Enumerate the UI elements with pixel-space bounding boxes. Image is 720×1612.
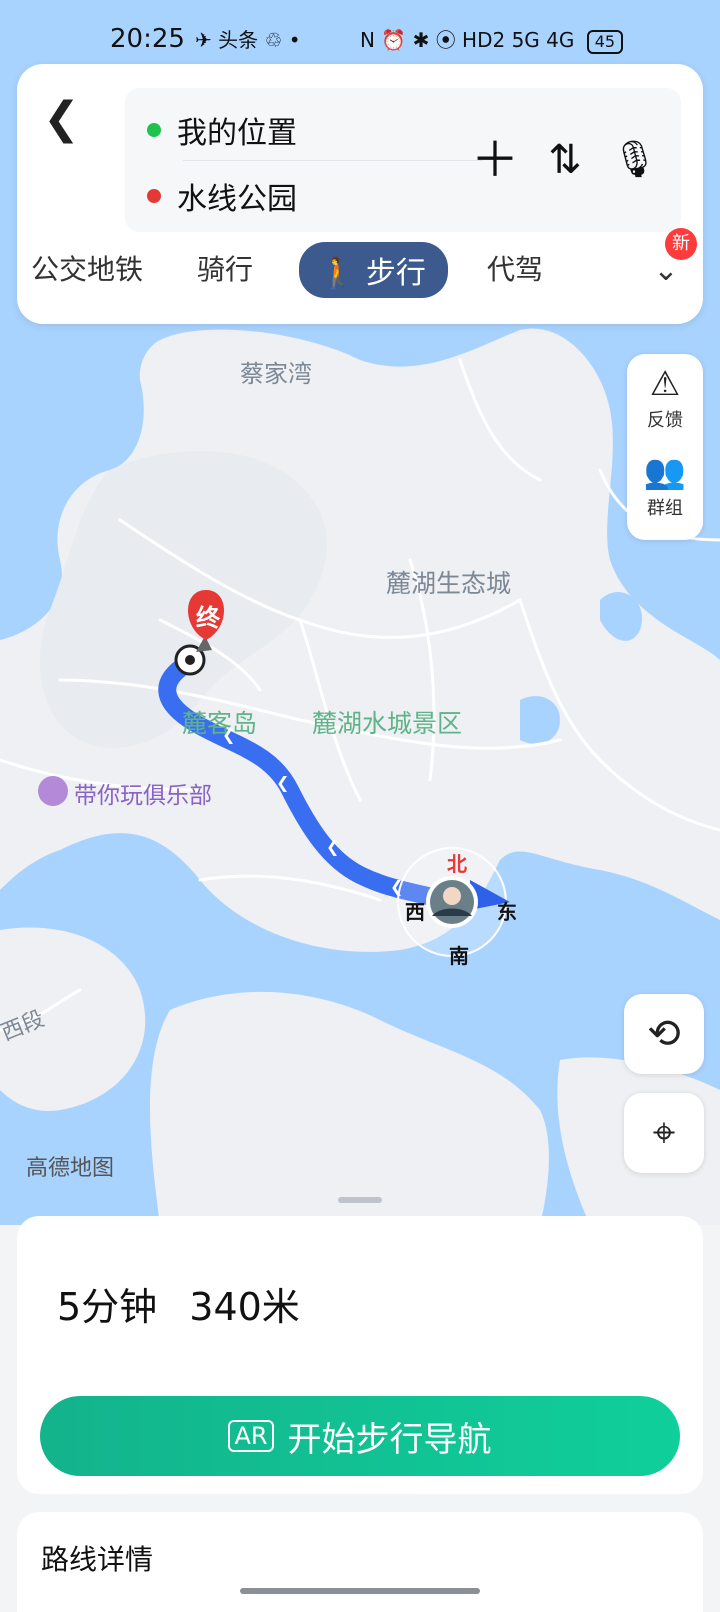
compass-west: 西 (405, 900, 425, 924)
compass-north: 北 (447, 852, 467, 876)
compass-east: 东 (497, 900, 517, 924)
new-badge: 新 (665, 228, 697, 260)
battery-icon: 45 (586, 30, 624, 54)
amap-logo: 高德地图 (26, 1156, 115, 1181)
map-label-poi-club[interactable]: 带你玩俱乐部 (74, 776, 212, 810)
ar-icon: AR (228, 1420, 274, 1452)
tab-bike[interactable]: 骑行 (197, 248, 253, 288)
tab-walk-label: 步行 (365, 256, 426, 291)
tab-transit[interactable]: 公交地铁 (31, 248, 143, 288)
sheet-handle[interactable] (338, 1197, 382, 1203)
status-time: 20:25 (110, 24, 185, 54)
origin-text: 我的位置 (177, 116, 297, 151)
home-indicator[interactable] (240, 1588, 480, 1594)
refresh-route-button[interactable]: ⟲ (624, 994, 704, 1074)
status-right-icons: N ⏰ ✱ ⦿ HD2 5G 4G 45 (360, 24, 624, 54)
group-button[interactable]: 👥 群组 (627, 450, 703, 520)
locate-me-button[interactable]: ⌖ (624, 1093, 704, 1173)
route-summary: 5分钟 340米 (57, 1276, 300, 1331)
route-inputs: 我的位置 水线公园 ＋ ⇅ 🎙 (125, 88, 681, 232)
origin-dot-icon (147, 123, 161, 137)
poi-pin-icon[interactable] (38, 776, 68, 806)
status-right-glyphs: N ⏰ ✱ ⦿ HD2 5G 4G (360, 28, 575, 52)
origin-field[interactable]: 我的位置 (147, 100, 297, 160)
map-side-toolbar: ⚠ 反馈 👥 群组 (627, 354, 703, 540)
destination-text: 水线公园 (177, 182, 297, 217)
start-walking-navigation-label: 开始步行导航 (287, 1419, 492, 1460)
add-waypoint-button[interactable]: ＋ (465, 130, 525, 190)
map-label-luhu-scenic: 麓湖水城景区 (312, 709, 463, 738)
route-details-title: 路线详情 (41, 1543, 154, 1576)
feedback-button[interactable]: ⚠ 反馈 (627, 362, 703, 432)
svg-text:❮: ❮ (276, 773, 289, 792)
back-button[interactable]: ❮ (43, 94, 83, 144)
tab-designated-driver[interactable]: 代驾 (487, 248, 543, 288)
route-distance: 340米 (189, 1285, 300, 1329)
route-search-card: ❮ 我的位置 水线公园 ＋ ⇅ 🎙 公交地铁 骑行 🚶 步行 代驾 ⌄ 新 (17, 64, 703, 324)
group-label: 群组 (647, 498, 683, 519)
tab-walk[interactable]: 🚶 步行 (299, 242, 448, 298)
transport-mode-tabs: 公交地铁 骑行 🚶 步行 代驾 ⌄ 新 (17, 228, 703, 302)
map-label-lukedao: 麓客岛 (182, 709, 258, 738)
route-details-card[interactable]: 路线详情 (17, 1512, 703, 1612)
divider (183, 160, 483, 161)
walk-icon: 🚶 (319, 256, 366, 291)
compass-south: 南 (449, 944, 469, 968)
destination-field[interactable]: 水线公园 (147, 166, 297, 226)
voice-input-button[interactable]: 🎙 (605, 130, 665, 190)
destination-dot-icon (147, 189, 161, 203)
group-icon: 👥 (643, 452, 687, 492)
svg-text:❮: ❮ (326, 837, 339, 856)
map-label-caijiawan: 蔡家湾 (240, 360, 312, 388)
map-label-luhu-eco-city: 麓湖生态城 (386, 569, 512, 598)
feedback-icon: ⚠ (649, 364, 681, 404)
status-left-icons: ✈ 头条 ♲ • (195, 28, 301, 52)
end-marker[interactable]: 终 (196, 598, 220, 633)
feedback-label: 反馈 (647, 410, 683, 431)
route-summary-card: 5分钟 340米 AR 开始步行导航 (17, 1216, 703, 1494)
route-time: 5分钟 (57, 1285, 158, 1329)
start-walking-navigation-button[interactable]: AR 开始步行导航 (40, 1396, 680, 1476)
swap-route-button[interactable]: ⇅ (535, 130, 595, 190)
